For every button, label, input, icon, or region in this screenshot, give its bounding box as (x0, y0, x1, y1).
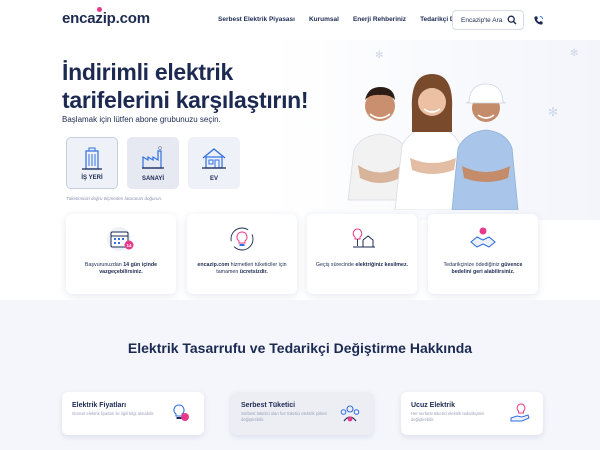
house-icon (200, 145, 228, 176)
hero-note: Tüketiminizi doğru ölçmeden faturanızı d… (66, 196, 163, 201)
factory-icon (140, 145, 166, 176)
feature-text: Tedarikçinize ödediğiniz güvence bedelin… (443, 262, 523, 275)
info-card-serbest-tuketici[interactable]: Serbest Tüketici Serbest tüketici olan h… (231, 392, 373, 435)
calendar-badge: 14 (126, 243, 132, 248)
info-card-title: Ucuz Elektrik (411, 402, 455, 409)
nav-kurumsal[interactable]: Kurumsal (309, 16, 339, 23)
feature-card-ucretsiz: encazip.com hizmetleri tüketiciler için … (187, 214, 297, 294)
feature-card-guvence: Tedarikçinize ödediğiniz güvence bedelin… (428, 214, 538, 294)
lightbulb-cycle-icon (230, 227, 254, 251)
nav-serbest-piyasa[interactable]: Serbest Elektrik Piyasası (218, 16, 295, 23)
bulb-price-icon (173, 404, 189, 421)
site-logo[interactable]: encazip.com (62, 10, 150, 27)
bulb-house-icon (352, 228, 375, 248)
snowflake-icon: ✻ (375, 50, 384, 61)
snowflake-icon: ✻ (548, 105, 559, 119)
feature-text: encazip.com hizmetleri tüketiciler için … (197, 262, 287, 275)
feature-text: Başvurunuzdan 14 gün içinde vazgeçebilir… (84, 262, 158, 275)
site-header: encazip.com Serbest Elektrik Piyasası Ku… (0, 0, 600, 40)
segment-is-yeri[interactable]: İŞ YERİ (66, 137, 118, 189)
hero-subtitle: Başlamak için lütfen abone grubunuzu seç… (62, 115, 221, 124)
segment-ev[interactable]: EV (188, 137, 240, 189)
feature-card-kesinti: Geçiş sürecinde elektriğiniz kesilmez. (307, 214, 417, 294)
info-card-title: Elektrik Fiyatları (72, 402, 127, 409)
info-card-desc: Serbest tüketici olan her tüketici elekt… (241, 411, 327, 422)
calendar-icon: 14 (107, 227, 134, 251)
handshake-icon (470, 227, 496, 248)
hand-bulb-icon (510, 403, 530, 422)
hero-people-image (347, 74, 519, 210)
info-card-title: Serbest Tüketici (241, 402, 296, 409)
feature-card-vazgecme: 14 Başvurunuzdan 14 gün içinde vazgeçebi… (66, 214, 176, 294)
logo-dot (97, 7, 102, 12)
info-card-desc: Güncel elektrik fiyatları ile ilgili bil… (72, 411, 155, 416)
segment-label: SANAYİ (141, 176, 165, 182)
segment-sanayi[interactable]: SANAYİ (127, 137, 179, 189)
info-card-ucuz-elektrik[interactable]: Ucuz Elektrik Her serbest tüketici elekt… (401, 392, 543, 435)
nav-enerji-rehberi[interactable]: Enerji Rehberiniz (353, 16, 406, 23)
search-icon[interactable] (505, 13, 519, 27)
search-input[interactable]: Encazip'te Ara (461, 17, 505, 24)
search-box[interactable]: Encazip'te Ara (452, 10, 524, 30)
office-building-icon (79, 146, 105, 177)
people-icon (340, 405, 360, 422)
info-card-elektrik-fiyatlari[interactable]: Elektrik Fiyatları Güncel elektrik fiyat… (62, 392, 204, 435)
hero-title: İndirimli elektrik tarifelerini karşılaş… (62, 59, 309, 113)
feature-text: Geçiş sürecinde elektriğiniz kesilmez. (315, 262, 409, 268)
section-title: Elektrik Tasarrufu ve Tedarikçi Değiştir… (127, 340, 473, 356)
snowflake-icon: ✻ (570, 48, 579, 59)
phone-icon[interactable] (532, 14, 544, 26)
info-card-desc: Her serbest tüketici elektrik tedarikçis… (411, 411, 485, 422)
segment-label: EV (209, 176, 218, 182)
